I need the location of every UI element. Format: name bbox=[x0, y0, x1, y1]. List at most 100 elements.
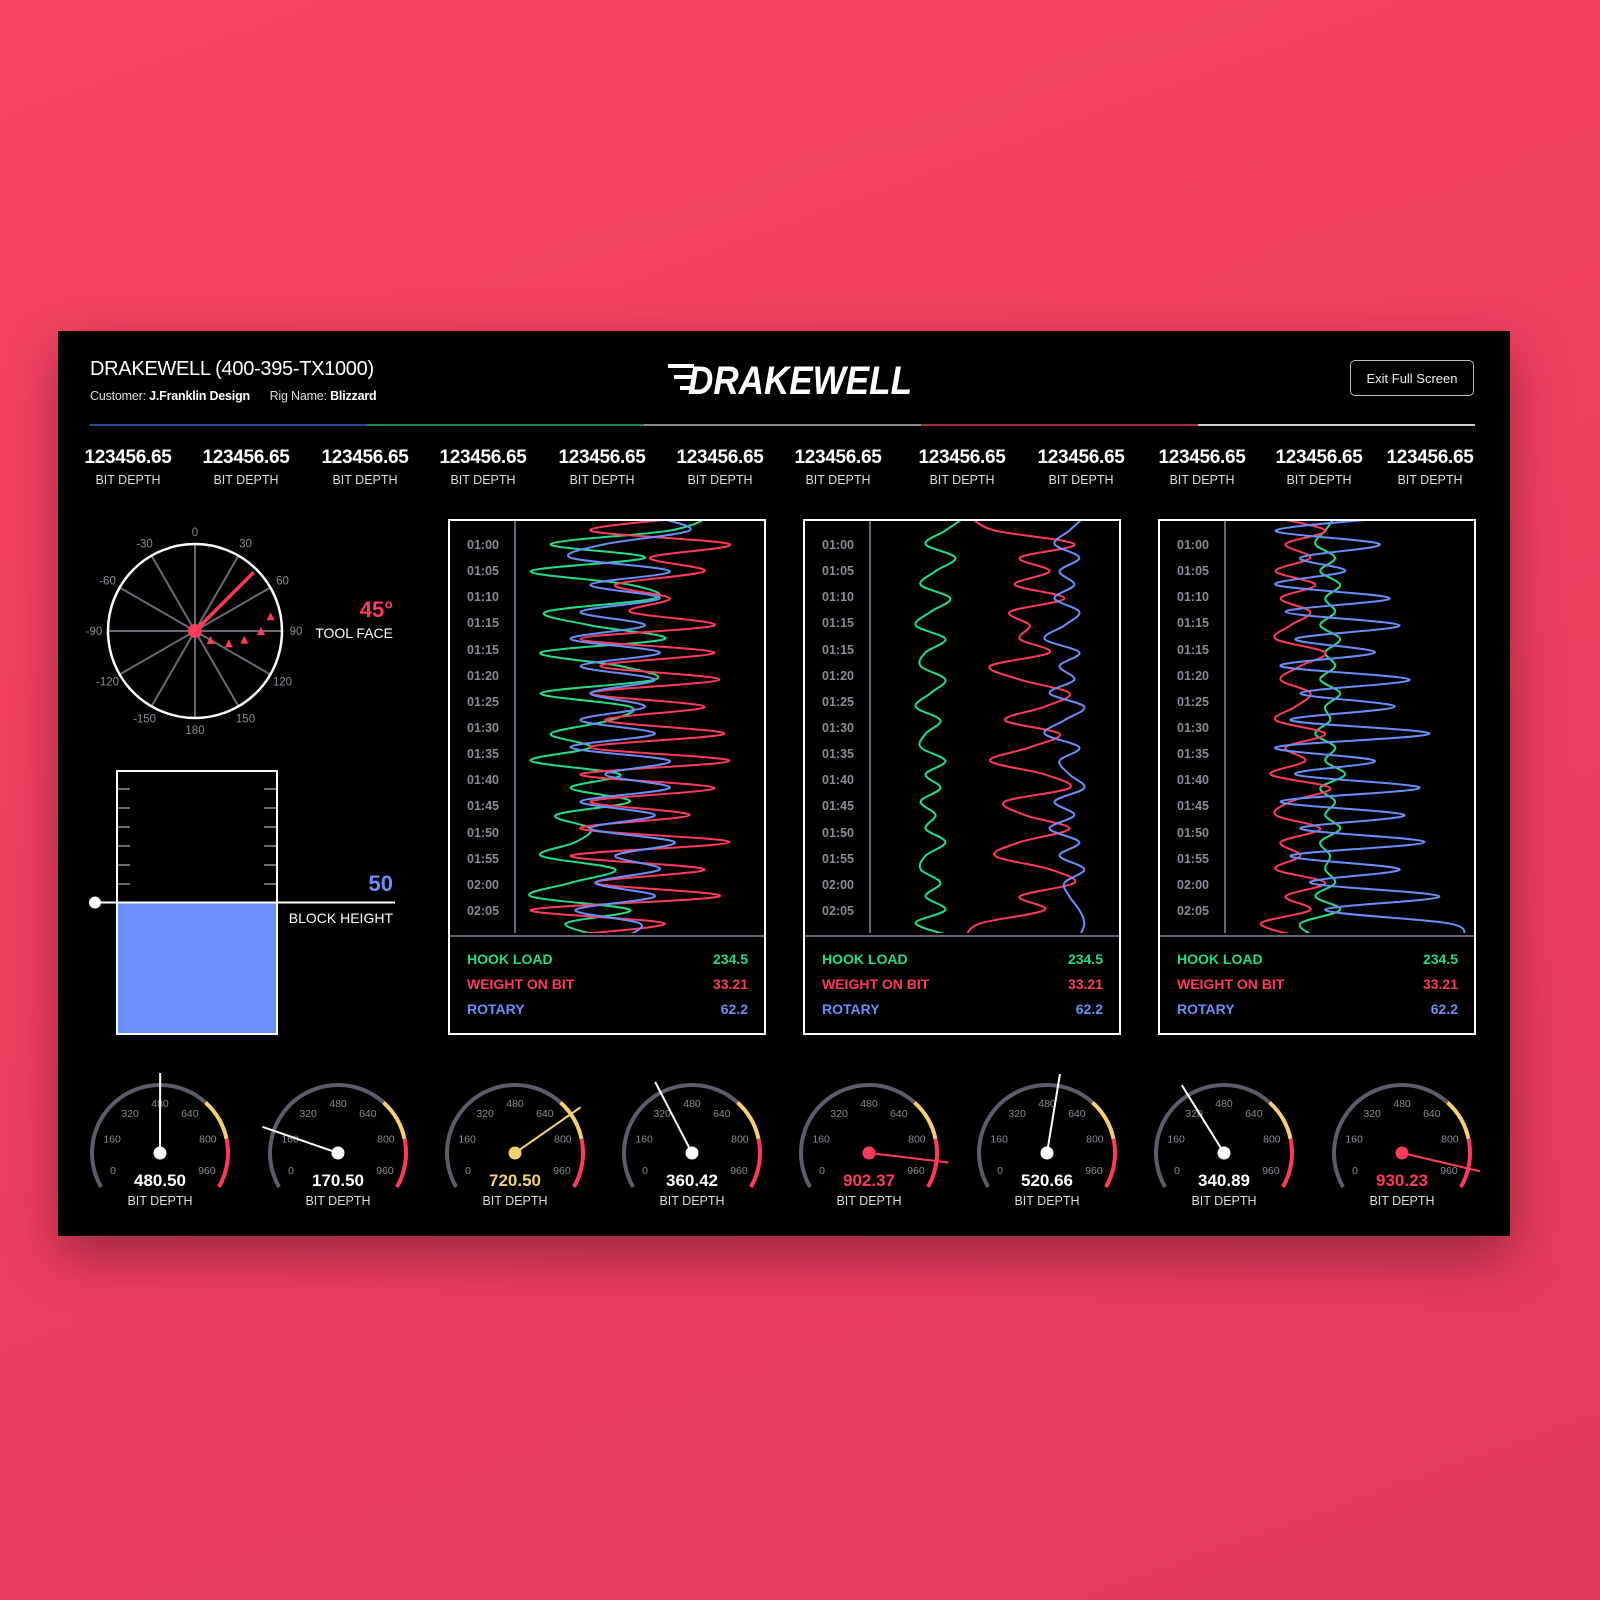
readout-weight-on-bit: WEIGHT ON BIT 33.21 bbox=[467, 976, 748, 992]
time-axis-label: 01:25 bbox=[1177, 694, 1209, 709]
gauge-tick-label: 160 bbox=[812, 1134, 830, 1146]
tool-face-tick-label: 120 bbox=[273, 677, 292, 689]
readout-value: 234.5 bbox=[712, 951, 748, 967]
readout-weight-on-bit: WEIGHT ON BIT 33.21 bbox=[822, 976, 1103, 992]
readout-label: HOOK LOAD bbox=[1177, 951, 1263, 967]
gauge-value: 520.66 bbox=[1021, 1171, 1073, 1190]
weight-on-bit-line bbox=[529, 521, 731, 933]
tool-face-hub bbox=[188, 624, 202, 638]
tool-face-tick-label: -150 bbox=[133, 713, 156, 725]
time-axis-label: 01:40 bbox=[822, 773, 854, 788]
gauge-tick-label: 800 bbox=[554, 1134, 572, 1146]
time-axis-label: 01:45 bbox=[822, 799, 854, 814]
gauge-value: 902.37 bbox=[843, 1171, 895, 1190]
time-axis-label: 01:15 bbox=[1177, 616, 1209, 631]
time-axis-label: 01:15 bbox=[467, 642, 499, 657]
stat-label: BIT DEPTH bbox=[332, 473, 398, 487]
readout-footer: HOOK LOAD 234.5 WEIGHT ON BIT 33.21 ROTARY 62… bbox=[450, 935, 764, 1035]
readout-value: 33.21 bbox=[1422, 976, 1458, 992]
gauge-tick-label: 480 bbox=[506, 1098, 524, 1110]
stat-label: BIT DEPTH bbox=[1048, 473, 1114, 487]
gauge-hub bbox=[1395, 1146, 1409, 1160]
time-axis-label: 01:20 bbox=[467, 668, 499, 683]
tool-face-tick-label: 60 bbox=[276, 576, 289, 588]
gauge-hub bbox=[153, 1146, 167, 1160]
gauge-tick-label: 800 bbox=[908, 1134, 926, 1146]
tool-face-value: 45° bbox=[359, 597, 393, 622]
time-axis-label: 02:00 bbox=[822, 877, 854, 892]
gauge-label: BIT DEPTH bbox=[1191, 1194, 1257, 1208]
gauge-tick-label: 800 bbox=[377, 1134, 395, 1146]
readout-rotary: ROTARY 62.2 bbox=[822, 1001, 1103, 1017]
gauge-tick-label: 480 bbox=[860, 1098, 878, 1110]
stat-value: 123456.65 bbox=[439, 447, 527, 468]
gauge-label: BIT DEPTH bbox=[659, 1194, 725, 1208]
stat-value: 123456.65 bbox=[1386, 447, 1474, 468]
time-axis-label: 01:15 bbox=[822, 642, 854, 657]
gauge-value: 720.50 bbox=[489, 1171, 541, 1190]
stat-label: BIT DEPTH bbox=[95, 473, 161, 487]
time-axis-label: 01:35 bbox=[1177, 747, 1209, 762]
tool-face-tick-label: -90 bbox=[86, 626, 103, 638]
time-axis-label: 01:05 bbox=[822, 564, 854, 579]
stat-bit-depth: 123456.65 BIT DEPTH bbox=[1142, 447, 1262, 487]
readout-footer: HOOK LOAD 234.5 WEIGHT ON BIT 33.21 ROTARY 62… bbox=[1160, 935, 1474, 1035]
readout-value: 234.5 bbox=[1422, 951, 1458, 967]
stat-bit-depth: 123456.65 BIT DEPTH bbox=[660, 447, 780, 487]
gauge-label: BIT DEPTH bbox=[305, 1194, 371, 1208]
stat-value: 123456.65 bbox=[84, 447, 172, 468]
stat-value: 123456.65 bbox=[202, 447, 290, 468]
readout-value: 62.2 bbox=[1430, 1001, 1458, 1017]
gauge-label: BIT DEPTH bbox=[127, 1194, 193, 1208]
stat-label: BIT DEPTH bbox=[213, 473, 279, 487]
tool-face-history-marker bbox=[266, 612, 275, 621]
time-axis-label: 01:25 bbox=[467, 694, 499, 709]
stat-value: 123456.65 bbox=[918, 447, 1006, 468]
stat-label: BIT DEPTH bbox=[687, 473, 753, 487]
stat-value: 123456.65 bbox=[1037, 447, 1125, 468]
gauge-tick-label: 800 bbox=[731, 1134, 749, 1146]
gauge-tick-label: 320 bbox=[299, 1108, 317, 1120]
tool-face-dial: 0 30 60 90 120 150 180 -150 -120 -90 -60 -30 bbox=[86, 527, 303, 737]
stat-bit-depth: 123456.65 BIT DEPTH bbox=[902, 447, 1022, 487]
time-axis-label: 02:05 bbox=[467, 903, 499, 918]
readout-label: HOOK LOAD bbox=[822, 951, 908, 967]
trend-chart-panel: 01:00 01:05 01:10 01:15 01:15 01:20 01:25 01:30… bbox=[1158, 519, 1476, 1035]
logo-text: DRAKEWELL bbox=[688, 359, 912, 400]
stat-bit-depth: 123456.65 BIT DEPTH bbox=[1259, 447, 1379, 487]
gauge-tick-label: 640 bbox=[536, 1108, 554, 1120]
time-axis-label: 01:25 bbox=[822, 694, 854, 709]
gauge-hub bbox=[862, 1146, 876, 1160]
gauge-value: 360.42 bbox=[666, 1171, 718, 1190]
readout-label: ROTARY bbox=[822, 1001, 880, 1017]
tool-face-tick-label: -60 bbox=[99, 576, 116, 588]
gauge-tick-label: 320 bbox=[830, 1108, 848, 1120]
time-axis-label: 01:35 bbox=[822, 747, 854, 762]
gauge-label: BIT DEPTH bbox=[836, 1194, 902, 1208]
stat-bit-depth: 123456.65 BIT DEPTH bbox=[186, 447, 306, 487]
tool-face-tick-label: 90 bbox=[290, 626, 303, 638]
tool-face-history-marker bbox=[206, 636, 215, 644]
gauge-tick-label: 640 bbox=[359, 1108, 377, 1120]
gauge-tick-label: 320 bbox=[121, 1108, 139, 1120]
time-axis-label: 01:30 bbox=[822, 720, 854, 735]
readout-label: WEIGHT ON BIT bbox=[1177, 976, 1285, 992]
tool-face-history-marker bbox=[224, 639, 233, 648]
exit-full-screen-button[interactable]: Exit Full Screen bbox=[1350, 360, 1474, 396]
block-height-value: 50 bbox=[368, 871, 393, 896]
gauge-tick-label: 800 bbox=[1263, 1134, 1281, 1146]
readout-label: WEIGHT ON BIT bbox=[467, 976, 575, 992]
time-axis-label: 01:55 bbox=[822, 851, 854, 866]
stat-label: BIT DEPTH bbox=[805, 473, 871, 487]
customer-label: Customer: bbox=[90, 389, 146, 403]
time-axis-label: 01:55 bbox=[467, 851, 499, 866]
stat-bit-depth: 123456.65 BIT DEPTH bbox=[778, 447, 898, 487]
tool-face-tick-label: 150 bbox=[236, 713, 255, 725]
block-height-slider-handle[interactable] bbox=[89, 896, 101, 909]
gauge-value: 170.50 bbox=[312, 1171, 364, 1190]
well-title: DRAKEWELL (400-395-TX1000) bbox=[90, 358, 374, 380]
time-axis-label: 02:05 bbox=[1177, 903, 1209, 918]
rotary-line bbox=[1043, 521, 1086, 933]
readout-value: 33.21 bbox=[712, 976, 748, 992]
time-axis-label: 01:15 bbox=[822, 616, 854, 631]
